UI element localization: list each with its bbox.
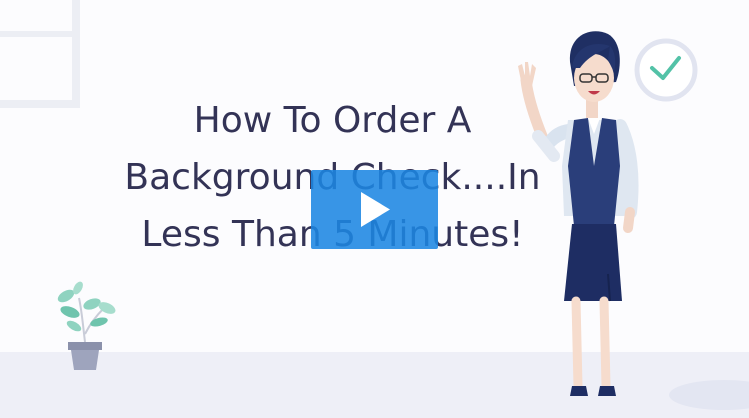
video-title-line-1: How To Order A — [193, 100, 472, 141]
play-button[interactable] — [311, 170, 438, 249]
window-frame — [0, 0, 80, 108]
plant-icon — [57, 281, 116, 370]
video-player[interactable]: How To Order A Background Check....In Le… — [0, 0, 749, 418]
play-icon — [361, 192, 390, 227]
